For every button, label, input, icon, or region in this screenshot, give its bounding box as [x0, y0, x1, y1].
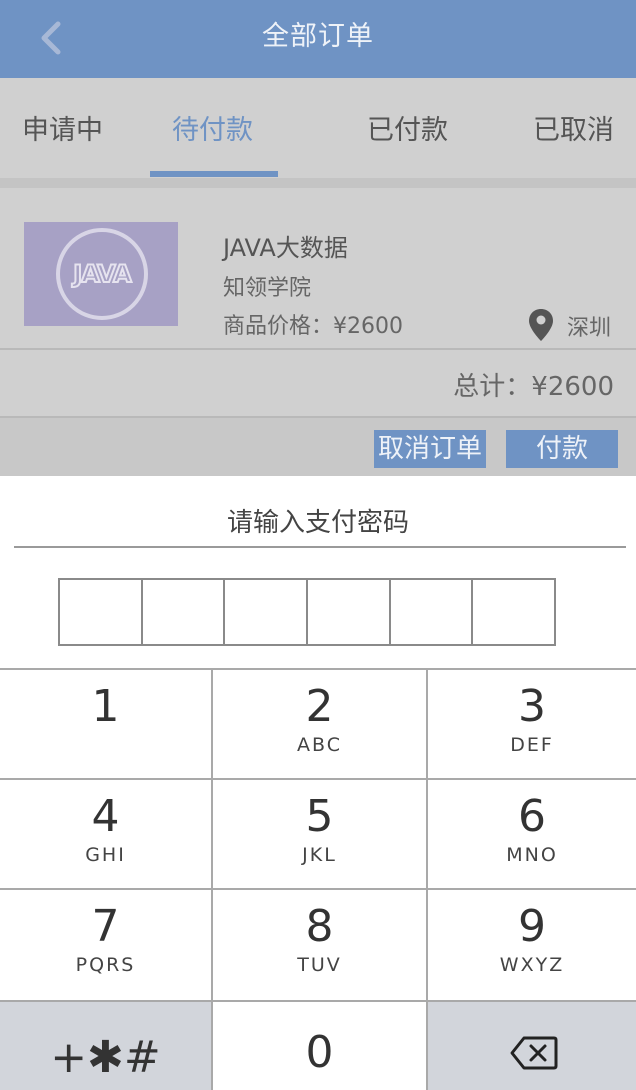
password-digit-box: [391, 580, 474, 644]
divider: [0, 1000, 636, 1002]
product-price: 商品价格：¥2600: [223, 314, 403, 339]
key-digit: 6: [518, 791, 546, 842]
divider: [426, 670, 428, 1090]
orders-page: 申请中 待付款 已付款 已取消 JAVA JAVA大数据 知领学院 商品价格：¥…: [0, 78, 636, 476]
java-logo-icon: JAVA: [56, 228, 148, 320]
key-digit: 3: [518, 681, 546, 732]
key-7[interactable]: 7 PQRS: [0, 890, 211, 1000]
order-total: 总计：¥2600: [453, 372, 614, 402]
key-letters: DEF: [510, 734, 554, 756]
key-digit: 9: [518, 901, 546, 952]
key-letters: GHI: [85, 844, 126, 866]
password-digit-box: [473, 580, 554, 644]
symbols-label: +✱#: [50, 1032, 161, 1083]
key-2[interactable]: 2 ABC: [213, 670, 426, 778]
product-name: JAVA大数据: [223, 234, 348, 262]
key-1[interactable]: 1: [0, 670, 211, 778]
key-digit: 4: [91, 791, 120, 842]
tab-cancelled[interactable]: 已取消: [533, 108, 614, 147]
key-digit: 8: [305, 901, 334, 952]
divider: [0, 348, 636, 350]
key-4[interactable]: 4 GHI: [0, 780, 211, 888]
order-actions: 取消订单 付款: [0, 418, 636, 476]
key-digit: 1: [91, 681, 120, 732]
divider: [211, 670, 213, 1090]
key-8[interactable]: 8 TUV: [213, 890, 426, 1000]
divider: [0, 178, 636, 188]
key-letters: PQRS: [75, 954, 136, 976]
pay-button[interactable]: 付款: [506, 430, 618, 468]
password-digit-box: [308, 580, 391, 644]
key-digit: 5: [305, 791, 334, 842]
key-letters: TUV: [297, 954, 342, 976]
key-digit: 0: [305, 1027, 334, 1078]
key-6[interactable]: 6 MNO: [428, 780, 636, 888]
page-title: 全部订单: [262, 21, 374, 52]
key-letters: ABC: [297, 734, 342, 756]
key-letters: JKL: [302, 844, 337, 866]
cancel-order-button[interactable]: 取消订单: [374, 430, 486, 468]
key-digit: 2: [305, 681, 334, 732]
key-symbols[interactable]: +✱#: [0, 1002, 211, 1090]
password-digit-box: [60, 580, 143, 644]
location-pin-icon: [529, 309, 553, 341]
product-school: 知领学院: [223, 276, 312, 301]
product-city: 深圳: [567, 316, 612, 341]
password-input[interactable]: [58, 578, 556, 646]
password-digit-box: [143, 580, 226, 644]
key-0[interactable]: 0: [213, 1002, 426, 1090]
product-thumbnail: JAVA: [24, 222, 178, 326]
key-5[interactable]: 5 JKL: [213, 780, 426, 888]
tab-applying[interactable]: 申请中: [22, 108, 103, 147]
tab-paid[interactable]: 已付款: [367, 108, 448, 147]
tab-pending-payment[interactable]: 待付款: [172, 108, 253, 147]
key-letters: MNO: [506, 844, 558, 866]
divider: [0, 778, 636, 780]
backspace-key[interactable]: [428, 1002, 636, 1090]
payment-password-sheet: 请输入支付密码 1 2 ABC 3 DEF 4 GHI 5 JKL 6 MNO …: [0, 476, 636, 1090]
divider: [0, 888, 636, 890]
sheet-title: 请输入支付密码: [226, 508, 409, 538]
app-header: 全部订单: [0, 0, 636, 78]
key-letters: WXYZ: [499, 954, 565, 976]
divider: [14, 546, 626, 548]
java-logo-text: JAVA: [72, 259, 132, 289]
key-digit: 7: [91, 901, 120, 952]
active-tab-indicator: [150, 171, 278, 177]
key-9[interactable]: 9 WXYZ: [428, 890, 636, 1000]
numeric-keypad: 1 2 ABC 3 DEF 4 GHI 5 JKL 6 MNO 7 PQRS 8…: [0, 668, 636, 1090]
password-digit-box: [225, 580, 309, 644]
key-3[interactable]: 3 DEF: [428, 670, 636, 778]
order-tabs: 申请中 待付款 已付款 已取消: [0, 78, 636, 178]
backspace-icon: [510, 1036, 558, 1070]
